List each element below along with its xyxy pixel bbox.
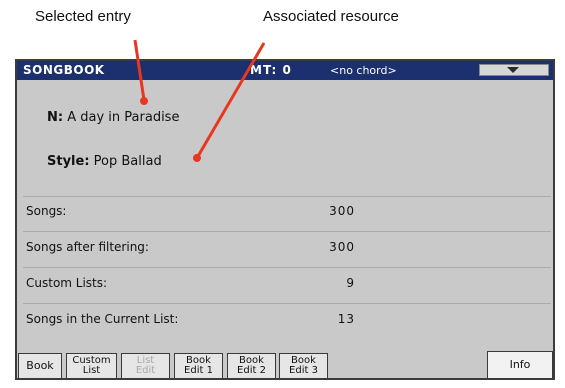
page-menu-button[interactable] xyxy=(479,64,549,76)
selected-entry-name: N: A day in Paradise xyxy=(47,110,179,125)
stat-value-custom-lists: 9 xyxy=(346,276,355,290)
stat-label-songs-in-current-list: Songs in the Current List: xyxy=(26,312,179,326)
chord-readout: <no chord> xyxy=(330,64,397,77)
tab-book-edit-3[interactable]: Book Edit 3 xyxy=(279,353,328,378)
tab-custom-list[interactable]: Custom List xyxy=(66,353,117,378)
divider xyxy=(23,196,551,197)
chevron-down-icon xyxy=(507,67,519,73)
tab-list-edit[interactable]: List Edit xyxy=(121,353,170,378)
style-value: Pop Ballad xyxy=(93,154,162,169)
callout-label-selected-entry: Selected entry xyxy=(35,8,131,25)
name-value: A day in Paradise xyxy=(67,110,180,125)
stat-label-custom-lists: Custom Lists: xyxy=(26,276,108,290)
songbook-screen: SONGBOOK MT: 0 <no chord> N: A day in Pa… xyxy=(15,59,555,380)
stat-value-songs-in-current-list: 13 xyxy=(337,312,355,326)
stat-label-songs: Songs: xyxy=(26,204,67,218)
stat-value-songs: 300 xyxy=(329,204,355,218)
tab-book-edit-2[interactable]: Book Edit 2 xyxy=(227,353,276,378)
stat-value-songs-after-filtering: 300 xyxy=(329,240,355,254)
associated-style: Style: Pop Ballad xyxy=(47,154,162,169)
tab-book[interactable]: Book xyxy=(18,353,62,378)
tab-info[interactable]: Info xyxy=(487,351,553,378)
tab-book-edit-1[interactable]: Book Edit 1 xyxy=(174,353,223,378)
name-label: N: xyxy=(47,110,64,125)
divider xyxy=(23,231,551,232)
page-title: SONGBOOK xyxy=(23,63,105,77)
master-transpose-readout: MT: 0 xyxy=(250,63,292,77)
callout-label-associated-resource: Associated resource xyxy=(263,8,399,25)
style-label: Style: xyxy=(47,154,90,169)
divider xyxy=(23,303,551,304)
divider xyxy=(23,267,551,268)
title-bar: SONGBOOK MT: 0 <no chord> xyxy=(17,61,553,80)
stat-label-songs-after-filtering: Songs after filtering: xyxy=(26,240,149,254)
tab-bar: Book Custom List List Edit Book Edit 1 B… xyxy=(17,351,553,378)
